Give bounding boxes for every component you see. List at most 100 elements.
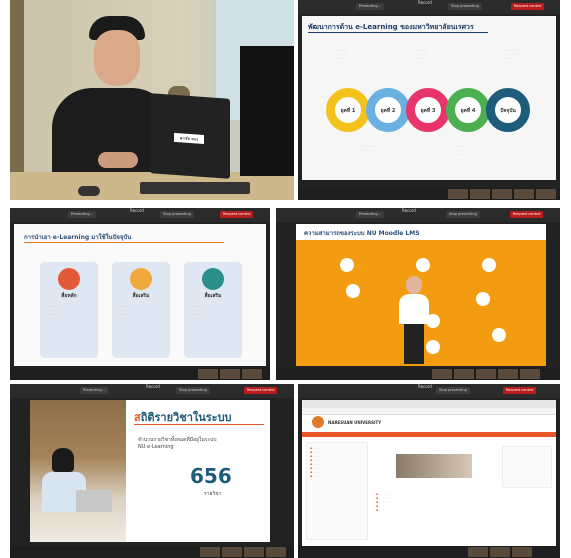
laptop [76,490,112,512]
participant-strip [10,368,270,380]
browser-tabs[interactable] [302,400,556,408]
participant-thumb[interactable] [498,369,518,379]
window-title: Record [418,0,432,5]
participant-thumb[interactable] [200,547,220,557]
title-underline [24,242,224,243]
stop-presenting-button[interactable]: Stop presenting [176,387,210,394]
era-ring-2: ยุคที่ 2 [366,88,410,132]
card-label: สื่อหลัก [61,293,77,299]
media-card-3: สื่อเสริม · · · · · · · · · · · · · · · ·… [184,262,242,358]
participant-thumb[interactable] [198,369,218,379]
participant-thumb[interactable] [476,369,496,379]
participant-thumb[interactable] [468,547,488,557]
notes-bottom-2: · · · · · · · · · · · · · · · · · · · · · … [452,144,469,156]
laptop: ศุภชัย ทอง [150,93,230,179]
stop-presenting-button[interactable]: Stop presenting [446,211,480,218]
feature-item [340,258,354,272]
stop-presenting-button[interactable]: Stop presenting [436,387,470,394]
request-control-button[interactable]: Request control [244,387,278,394]
stats-subtitle-2: NU e-Learning [138,444,174,450]
card-icon [58,268,80,290]
participant-thumbnails [432,369,540,379]
participant-thumb[interactable] [244,547,264,557]
participant-thumb[interactable] [448,189,468,199]
sidebar-panel: ▪ · · · · · · ▪ · · · · · ▪ · · · · · · ▪ ·… [306,442,368,540]
course-content-list: ▪ · · · · · · · · ▪ · · · · · · ▪ · · · · … [376,492,394,512]
participant-thumb[interactable] [222,547,242,557]
person-head [52,448,74,472]
screen-share-tile-4: Record Presenting... Stop presenting Req… [10,384,294,558]
feature-item [416,258,430,272]
card-icon [130,268,152,290]
stats-subtitle-1: จำนวนรายวิชาทั้งหมดที่มีอยู่ในระบบ [138,437,217,443]
stop-presenting-button[interactable]: Stop presenting [160,211,194,218]
keyboard [140,182,250,194]
request-control-button[interactable]: Request control [503,387,537,394]
slide-moodle-features: ความสามารถของระบบ NU Moodle LMS [296,224,546,366]
era-ring-3: ยุคที่ 3 [406,88,450,132]
participant-thumb[interactable] [512,547,532,557]
participant-thumb[interactable] [266,547,286,557]
feature-item [346,284,360,298]
participant-thumb[interactable] [454,369,474,379]
participant-thumbnails [200,547,286,557]
participant-thumb[interactable] [220,369,240,379]
browser-window: NARESUAN UNIVERSITY ▪ · · · · · · ▪ · · ·… [302,400,556,546]
participant-strip [10,546,294,558]
feature-item [476,292,490,306]
meeting-toolbar: Record Presenting... Stop presenting Req… [10,384,294,398]
participant-thumb[interactable] [470,189,490,199]
card-label: สื่อเสริม [204,293,222,299]
course-count-unit: รายวิชา [204,491,222,497]
media-card-2: สื่อเสริม · · · · · · · · · · · · · · · ·… [112,262,170,358]
participant-thumb[interactable] [490,547,510,557]
participant-thumb[interactable] [536,189,556,199]
era-ring-1: ยุคที่ 1 [326,88,370,132]
slide-elearning-now: การนำเอา e-Learning มาใช้ในปัจจุบัน สื่อ… [14,224,266,366]
participant-strip [298,546,560,558]
window-title: Record [146,384,160,389]
request-control-button[interactable]: Request control [510,211,544,218]
hand [98,152,138,168]
participant-thumbnails [198,369,262,379]
era-ring-5: ปัจจุบัน [486,88,530,132]
presenter-video-tile: ศุภชัย ทอง [10,0,294,200]
university-logo [312,416,324,428]
slide-course-statistics: สถิติรายวิชาในระบบ จำนวนรายวิชาทั้งหมดที… [30,400,270,542]
site-nav-bar[interactable] [302,432,556,437]
slide-title: ความสามารถของระบบ NU Moodle LMS [304,230,420,237]
address-bar[interactable] [302,408,556,415]
slide-elearning-timeline: พัฒนาการด้าน e-Learning ของมหาวิทยาลัยนเ… [302,16,556,180]
slide-title: การนำเอา e-Learning มาใช้ในปัจจุบัน [24,234,132,241]
participant-thumb[interactable] [432,369,452,379]
participant-thumb[interactable] [242,369,262,379]
name-sign: ศุภชัย ทอง [174,132,204,144]
feature-item [482,258,496,272]
course-banner-image [396,454,472,478]
participant-thumb[interactable] [520,369,540,379]
presenting-label: Presenting... [356,3,384,10]
notes-col-1: · · · · · · · · · · · · · · · · · · · · · … [332,48,349,64]
participant-thumbnails [468,547,532,557]
stop-presenting-button[interactable]: Stop presenting [448,3,482,10]
notes-col-2: · · · · · · · · · · · · · · · · · · · · · … [412,48,429,64]
course-count: 656 [190,464,232,488]
card-label: สื่อเสริม [132,293,150,299]
participant-thumbnails [448,189,556,199]
screen-share-tile-1: Record Presenting... Stop presenting Req… [298,0,560,200]
right-block [502,446,552,488]
participant-thumb[interactable] [492,189,512,199]
meeting-toolbar: Record Presenting... Stop presenting Req… [10,208,270,222]
notes-bottom-1: · · · · · · · · · · · · · · · · · · · · [362,144,377,156]
participant-thumb[interactable] [514,189,534,199]
participant-strip [298,188,560,200]
window-title: Record [418,384,432,389]
face [94,30,140,86]
window-title: Record [130,208,144,213]
feature-item [426,340,440,354]
request-control-button[interactable]: Request control [220,211,254,218]
bookshelf-photo [30,400,126,542]
card-icon [202,268,224,290]
screen-share-tile-5: Record Stop presenting Request control N… [298,384,560,558]
request-control-button[interactable]: Request control [511,3,545,10]
